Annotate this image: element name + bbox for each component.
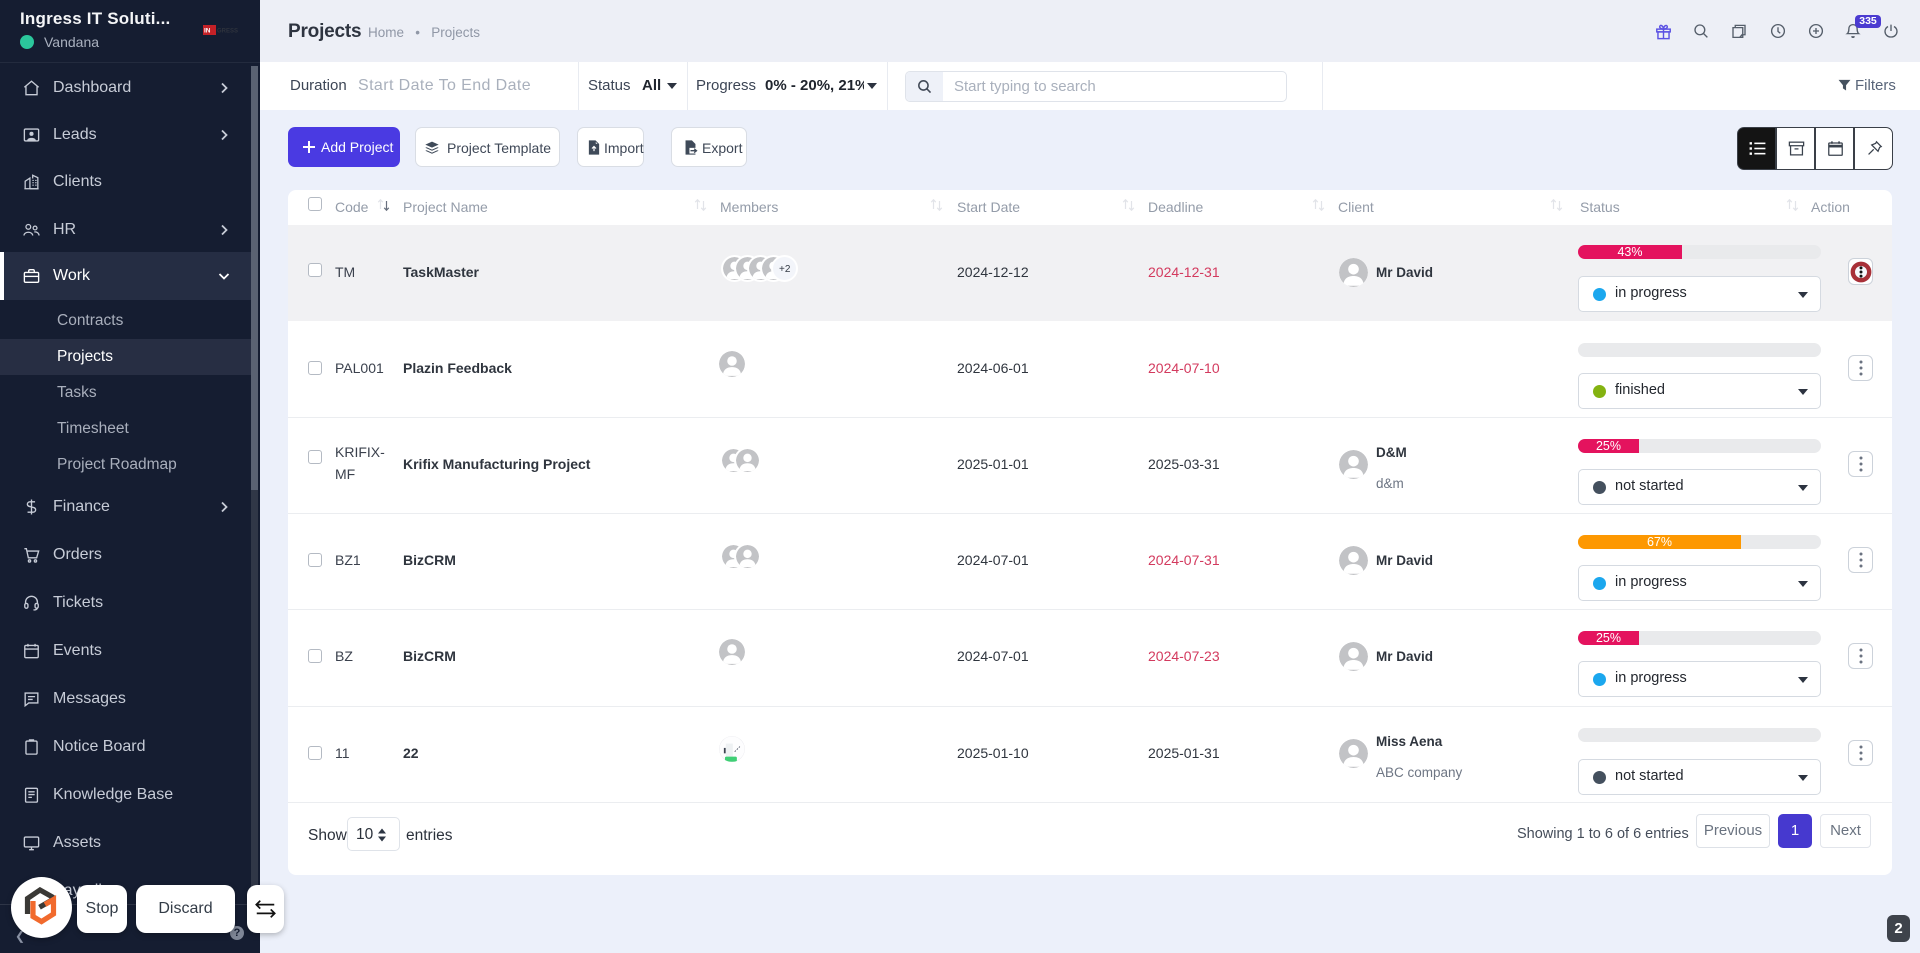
svg-text:IN: IN	[204, 28, 211, 35]
svg-text:GRESS: GRESS	[217, 29, 238, 35]
